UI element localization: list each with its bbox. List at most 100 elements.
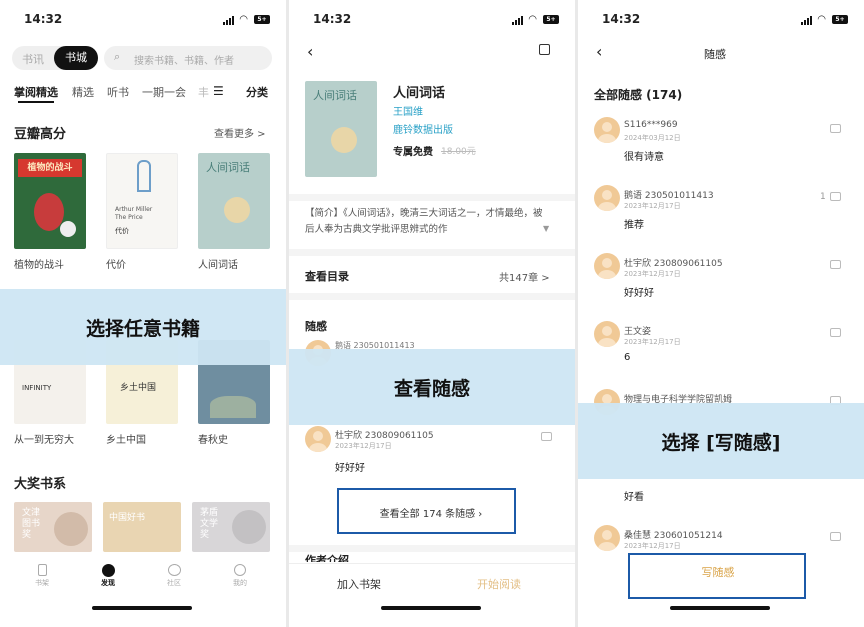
note-text: 好看	[624, 492, 644, 503]
nav-item-mine[interactable]: 我的	[228, 564, 252, 588]
highlight-box-write	[628, 553, 806, 599]
price-old: 18.00元	[441, 147, 476, 157]
book-title-2[interactable]: 代价	[106, 256, 126, 271]
avatar	[594, 321, 620, 347]
note-date: 2024年03月12日	[624, 134, 681, 142]
instruction-banner: 选择任意书籍	[0, 289, 286, 365]
note-text: 6	[624, 352, 631, 363]
instruction-banner: 查看随感	[289, 349, 575, 425]
book-title-1[interactable]: 植物的战斗	[14, 256, 64, 271]
nav-tab-yiqiyihui[interactable]: 一期一会	[142, 84, 186, 100]
medal-illustration	[232, 510, 266, 544]
note-user: S116***969	[624, 120, 678, 130]
back-icon[interactable]: ‹	[307, 42, 313, 61]
avatar	[594, 117, 620, 143]
note-text: 好好好	[335, 463, 365, 474]
see-more-link[interactable]: 查看更多 >	[214, 125, 266, 140]
catalog-label[interactable]: 查看目录	[305, 268, 349, 284]
wifi-icon: ◠	[239, 14, 248, 25]
tab-shucheng[interactable]: 书城	[54, 46, 98, 70]
nav-underline	[18, 101, 54, 103]
nav-tab-zhangyue[interactable]: 掌阅精选	[14, 84, 58, 100]
portrait-illustration	[60, 221, 76, 237]
cover-title: 乡土中国	[120, 383, 157, 393]
nav-item-discover[interactable]: 发现	[96, 564, 120, 588]
search-placeholder: 搜索书籍、书籍、作者	[134, 56, 234, 67]
award-card-maodun[interactable]: 茅盾文学奖	[192, 502, 270, 552]
book-title-5[interactable]: 乡土中国	[106, 431, 146, 446]
search-icon: ⌕	[114, 50, 121, 63]
nav-label: 书架	[35, 579, 49, 587]
instruction-banner: 选择 [写随感]	[578, 403, 864, 479]
author-link[interactable]: 王国维	[393, 103, 423, 118]
award-card-zhongguo[interactable]: 中国好书	[103, 502, 181, 552]
book-title-3[interactable]: 人间词话	[198, 256, 238, 271]
avatar	[594, 525, 620, 551]
like-icon[interactable]	[830, 328, 841, 337]
search-input[interactable]: ⌕ 搜索书籍、书籍、作者	[104, 46, 272, 70]
bottom-nav: 书架 发现 社区 我的	[0, 560, 286, 596]
menu-icon[interactable]: ☰	[213, 84, 224, 98]
like-icon[interactable]	[830, 260, 841, 269]
add-to-shelf-button[interactable]: 加入书架	[337, 576, 381, 592]
avatar	[594, 253, 620, 279]
share-icon[interactable]	[539, 44, 550, 55]
profile-icon	[234, 564, 246, 576]
book-title-6[interactable]: 春秋史	[198, 431, 228, 446]
back-icon[interactable]: ‹	[596, 42, 602, 61]
phone-screen-notes-list: 14:32 ◠ 5+ ‹ 随感 全部随感 (174) S116***969 20…	[578, 0, 864, 627]
harp-illustration	[137, 160, 151, 192]
award-label: 茅盾文学奖	[200, 508, 219, 540]
award-label: 中国好书	[109, 513, 146, 523]
divider	[289, 545, 575, 552]
book-cover-zhiwu[interactable]: 植物的战斗	[14, 153, 86, 249]
avatar	[594, 185, 620, 211]
note-date: 2023年12月17日	[335, 442, 392, 450]
note-user: 王文姿	[624, 327, 652, 337]
note-text: 很有诗意	[624, 152, 664, 163]
category-button[interactable]: 分类	[246, 84, 268, 100]
like-count: 1	[820, 192, 826, 202]
book-title-4[interactable]: 从一到无穷大	[14, 431, 74, 446]
nav-item-community[interactable]: 社区	[162, 564, 186, 588]
award-label: 文津图书奖	[22, 508, 41, 540]
tab-shuxun[interactable]: 书讯	[22, 51, 44, 67]
nav-item-bookshelf[interactable]: 书架	[30, 564, 54, 588]
book-intro[interactable]: 【简介】《人间词话》，晚清三大词话之一，才情最绝，被后人奉为古典文学批评思辨式的…	[305, 206, 545, 238]
nav-tab-tingshu[interactable]: 听书	[107, 84, 129, 100]
signal-icon	[801, 16, 812, 25]
divider	[289, 249, 575, 256]
book-title: 人间词话	[393, 86, 446, 101]
home-indicator	[381, 606, 481, 610]
like-icon[interactable]	[541, 432, 552, 441]
divider	[289, 194, 575, 201]
note-date: 2023年12月17日	[624, 270, 681, 278]
publisher-link[interactable]: 鹿铃数据出版	[393, 121, 453, 136]
section-title-douban: 豆瓣高分	[14, 127, 67, 142]
page-title: 随感	[704, 48, 726, 61]
battery-icon: 5+	[254, 15, 270, 24]
avatar	[305, 426, 331, 452]
cover-title: INFINITY	[22, 384, 52, 392]
like-icon[interactable]	[830, 124, 841, 133]
nav-label: 我的	[233, 579, 247, 587]
home-indicator	[92, 606, 192, 610]
notes-title: 随感	[305, 320, 327, 333]
start-reading-button[interactable]: 开始阅读	[477, 576, 521, 592]
flower-illustration	[224, 197, 250, 223]
book-cover-renjian[interactable]: 人间词话	[305, 81, 377, 177]
award-card-wenjin[interactable]: 文津图书奖	[14, 502, 92, 552]
book-cover-renjian[interactable]: 人间词话	[198, 153, 270, 249]
chapter-count[interactable]: 共147章 >	[499, 269, 550, 284]
compass-icon	[101, 564, 115, 577]
status-time: 14:32	[602, 12, 641, 26]
nav-tab-jingxuan[interactable]: 精选	[72, 84, 94, 100]
expand-icon[interactable]: ▼	[543, 224, 549, 233]
all-notes-heading: 全部随感 (174)	[594, 88, 683, 102]
home-indicator	[670, 606, 770, 610]
signal-icon	[512, 16, 523, 25]
like-icon[interactable]	[830, 532, 841, 541]
nav-tab-more[interactable]: 丰	[198, 84, 209, 100]
like-icon[interactable]	[830, 192, 841, 201]
book-cover-daijia[interactable]: Arthur Miller The Price 代价	[106, 153, 178, 249]
